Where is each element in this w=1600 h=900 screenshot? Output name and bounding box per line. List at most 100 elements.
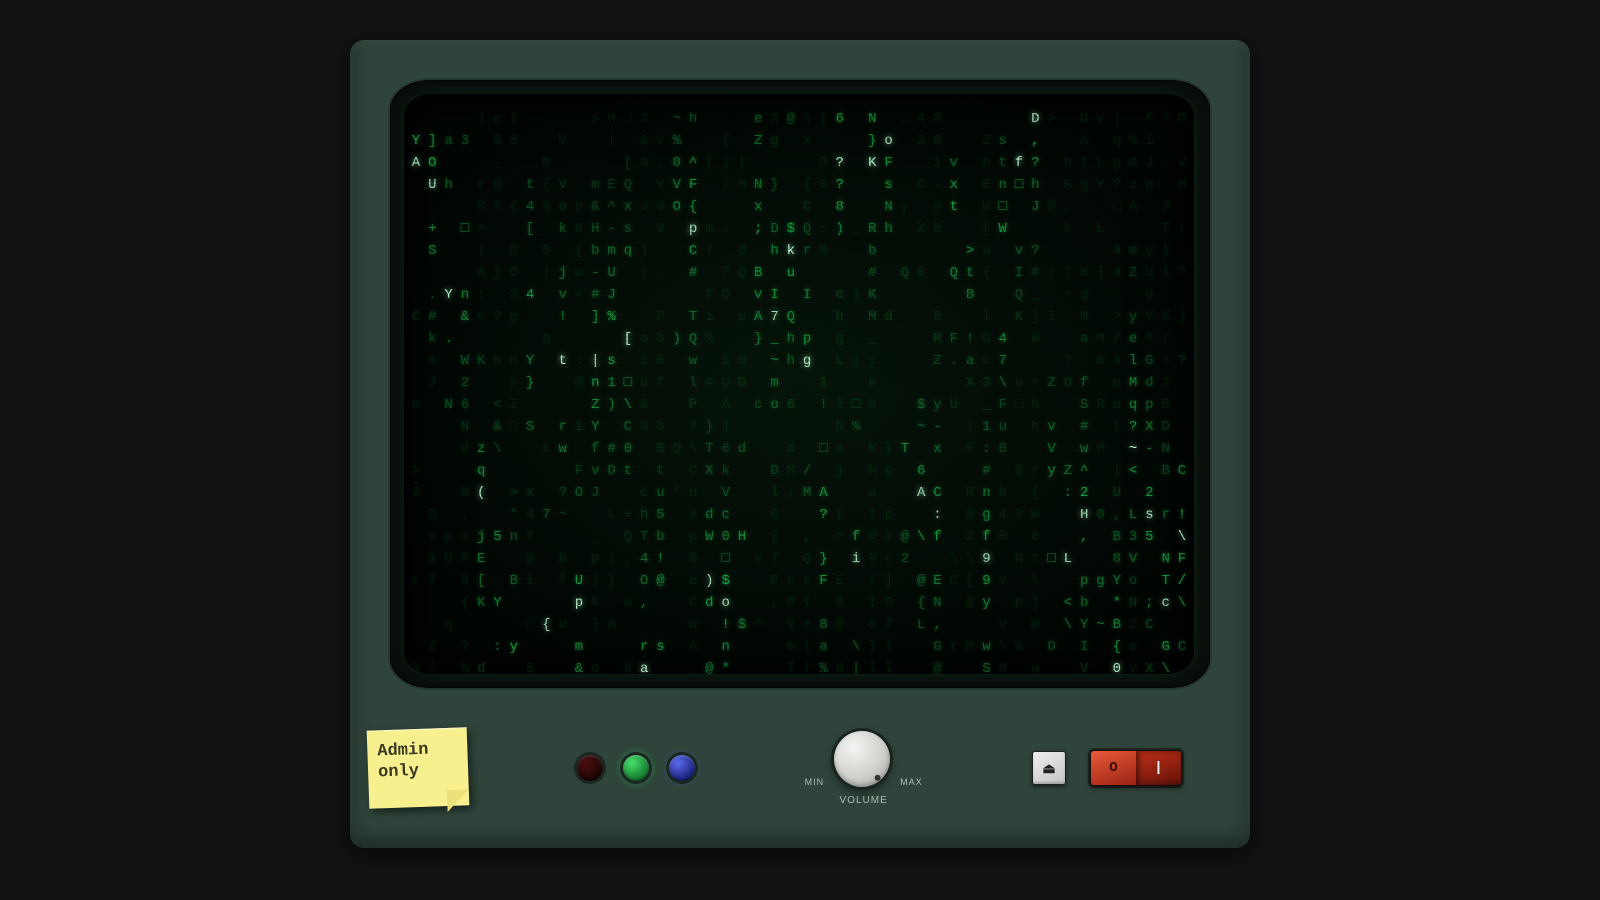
matrix-char: @ <box>783 108 799 130</box>
matrix-char: Z <box>1125 614 1141 636</box>
matrix-char: 6 <box>718 438 734 460</box>
matrix-rain: YA C o >2 r 8 ]OU +S .#ksJ Dx&7 Z^ a h Y… <box>408 108 1190 660</box>
matrix-char: C <box>685 460 701 482</box>
matrix-char: j <box>832 460 848 482</box>
matrix-char: 4 <box>995 504 1011 526</box>
matrix-char: \ <box>1060 614 1076 636</box>
matrix-char: / <box>1174 570 1190 592</box>
matrix-char: # <box>1076 416 1092 438</box>
matrix-char: ~ <box>913 416 929 438</box>
matrix-char: ~ <box>555 504 571 526</box>
matrix-char: J <box>587 482 603 504</box>
matrix-char: a <box>636 658 652 674</box>
matrix-char: □ <box>815 438 831 460</box>
matrix-char: d <box>734 240 750 262</box>
matrix-char: ^ <box>424 658 440 674</box>
matrix-column: v:Vd9 _ PbRf bBtu5b!@ s <box>652 108 668 660</box>
matrix-char: 6 <box>832 108 848 130</box>
power-switch[interactable]: O | <box>1090 750 1182 786</box>
matrix-char: Z <box>978 130 994 152</box>
matrix-char: t <box>522 174 538 196</box>
matrix-char: \ <box>995 636 1011 658</box>
matrix-char: x <box>930 438 946 460</box>
matrix-char: Y <box>1076 614 1092 636</box>
matrix-char: B <box>930 218 946 240</box>
matrix-char: w <box>685 350 701 372</box>
matrix-char: 1 <box>815 372 831 394</box>
matrix-char: b <box>1076 592 1092 614</box>
matrix-char: b <box>978 152 994 174</box>
matrix-char: t <box>1027 548 1043 570</box>
matrix-char: : <box>930 504 946 526</box>
matrix-char: & <box>636 130 652 152</box>
matrix-char: ) <box>832 218 848 240</box>
matrix-char: o <box>408 394 424 416</box>
matrix-char: T <box>1158 218 1174 240</box>
power-off-side[interactable]: O <box>1091 751 1136 785</box>
matrix-char: j <box>636 240 652 262</box>
matrix-char: } <box>815 548 831 570</box>
matrix-char: 1 <box>604 372 620 394</box>
matrix-char: F <box>881 152 897 174</box>
matrix-char: ? <box>1060 350 1076 372</box>
matrix-char: I <box>767 284 783 306</box>
matrix-char: o <box>881 130 897 152</box>
matrix-char: q <box>587 658 603 674</box>
matrix-char: g <box>832 328 848 350</box>
matrix-char: G <box>930 636 946 658</box>
matrix-char: ! <box>815 394 831 416</box>
matrix-char: c <box>718 504 734 526</box>
led-red <box>577 755 603 781</box>
matrix-char: □ <box>506 416 522 438</box>
matrix-char: v <box>1044 416 1060 438</box>
matrix-char: A <box>604 614 620 636</box>
matrix-char: q <box>1109 130 1125 152</box>
matrix-char: # <box>587 284 603 306</box>
volume-knob[interactable] <box>834 731 890 787</box>
matrix-char: ! <box>652 548 668 570</box>
matrix-char: T <box>636 526 652 548</box>
matrix-char: Z <box>1044 372 1060 394</box>
matrix-char: Q <box>669 438 685 460</box>
matrix-char: - <box>930 174 946 196</box>
power-on-side[interactable]: | <box>1136 751 1181 785</box>
matrix-char: d <box>701 592 717 614</box>
matrix-char: T <box>864 504 880 526</box>
matrix-char: H <box>587 218 603 240</box>
matrix-char: u <box>783 262 799 284</box>
matrix-char: 2 <box>457 372 473 394</box>
matrix-char: n <box>506 350 522 372</box>
matrix-char: o <box>864 614 880 636</box>
eject-button[interactable]: ⏏ <box>1032 751 1066 785</box>
matrix-char: P <box>767 570 783 592</box>
matrix-char: B <box>652 438 668 460</box>
matrix-char: u <box>734 306 750 328</box>
matrix-char: 4 <box>636 548 652 570</box>
matrix-char: t <box>995 152 1011 174</box>
matrix-char: r <box>783 570 799 592</box>
matrix-char: l <box>767 482 783 504</box>
matrix-char: ? <box>1109 174 1125 196</box>
matrix-char: A <box>1076 130 1092 152</box>
matrix-char: : <box>571 350 587 372</box>
matrix-column: s m&Hb-#] |nZYfvJ _p)k] q <box>587 108 603 660</box>
matrix-char: 3 <box>1158 196 1174 218</box>
matrix-char: , <box>1076 526 1092 548</box>
matrix-char: < <box>571 284 587 306</box>
matrix-char: 9 <box>978 548 994 570</box>
matrix-char: g <box>767 130 783 152</box>
matrix-char: < <box>1125 460 1141 482</box>
matrix-char: K <box>1076 262 1092 284</box>
matrix-char: @ <box>832 614 848 636</box>
matrix-char: e <box>685 570 701 592</box>
matrix-char: d <box>1141 372 1157 394</box>
matrix-char: R <box>652 350 668 372</box>
matrix-column: 42 C X B $~ 6A \ @{L <box>913 108 929 660</box>
matrix-char: [ <box>1027 482 1043 504</box>
matrix-char: M <box>962 636 978 658</box>
matrix-char: 7 <box>783 658 799 674</box>
matrix-char: ! <box>718 614 734 636</box>
matrix-char: t <box>1027 570 1043 592</box>
matrix-char: V <box>1076 658 1092 674</box>
matrix-char: J <box>1141 152 1157 174</box>
